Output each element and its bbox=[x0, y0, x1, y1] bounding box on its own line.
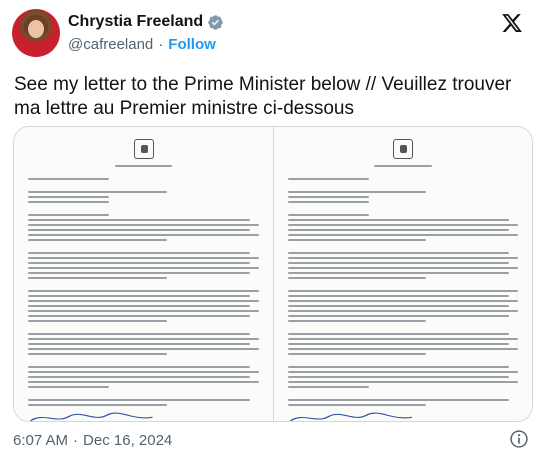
coat-of-arms-icon bbox=[393, 139, 413, 159]
tweet-text: See my letter to the Prime Minister belo… bbox=[14, 74, 512, 119]
avatar-face bbox=[28, 20, 44, 38]
author-name-row: Chrystia Freeland bbox=[68, 13, 224, 31]
tweet-media-image[interactable] bbox=[13, 126, 533, 422]
letter-page-french bbox=[273, 127, 532, 421]
author-handle[interactable]: @cafreeland bbox=[68, 36, 153, 53]
letter-page-english bbox=[14, 127, 273, 421]
follow-button[interactable]: Follow bbox=[168, 36, 216, 53]
handle-separator: · bbox=[158, 36, 164, 53]
timestamp-separator: · bbox=[73, 432, 79, 449]
signature-image bbox=[28, 411, 155, 421]
tweet-timestamp[interactable]: 6:07 AM · Dec 16, 2024 bbox=[13, 432, 172, 449]
x-logo-icon[interactable] bbox=[501, 12, 523, 34]
tweet-time: 6:07 AM bbox=[13, 432, 69, 449]
avatar[interactable] bbox=[12, 9, 60, 57]
tweet-date: Dec 16, 2024 bbox=[83, 432, 173, 449]
author-handle-row: @cafreeland · Follow bbox=[68, 36, 216, 53]
coat-of-arms-icon bbox=[133, 139, 154, 159]
info-icon[interactable] bbox=[509, 429, 529, 449]
author-display-name[interactable]: Chrystia Freeland bbox=[68, 13, 203, 31]
verified-badge-icon bbox=[208, 14, 223, 30]
signature-image bbox=[288, 411, 415, 421]
